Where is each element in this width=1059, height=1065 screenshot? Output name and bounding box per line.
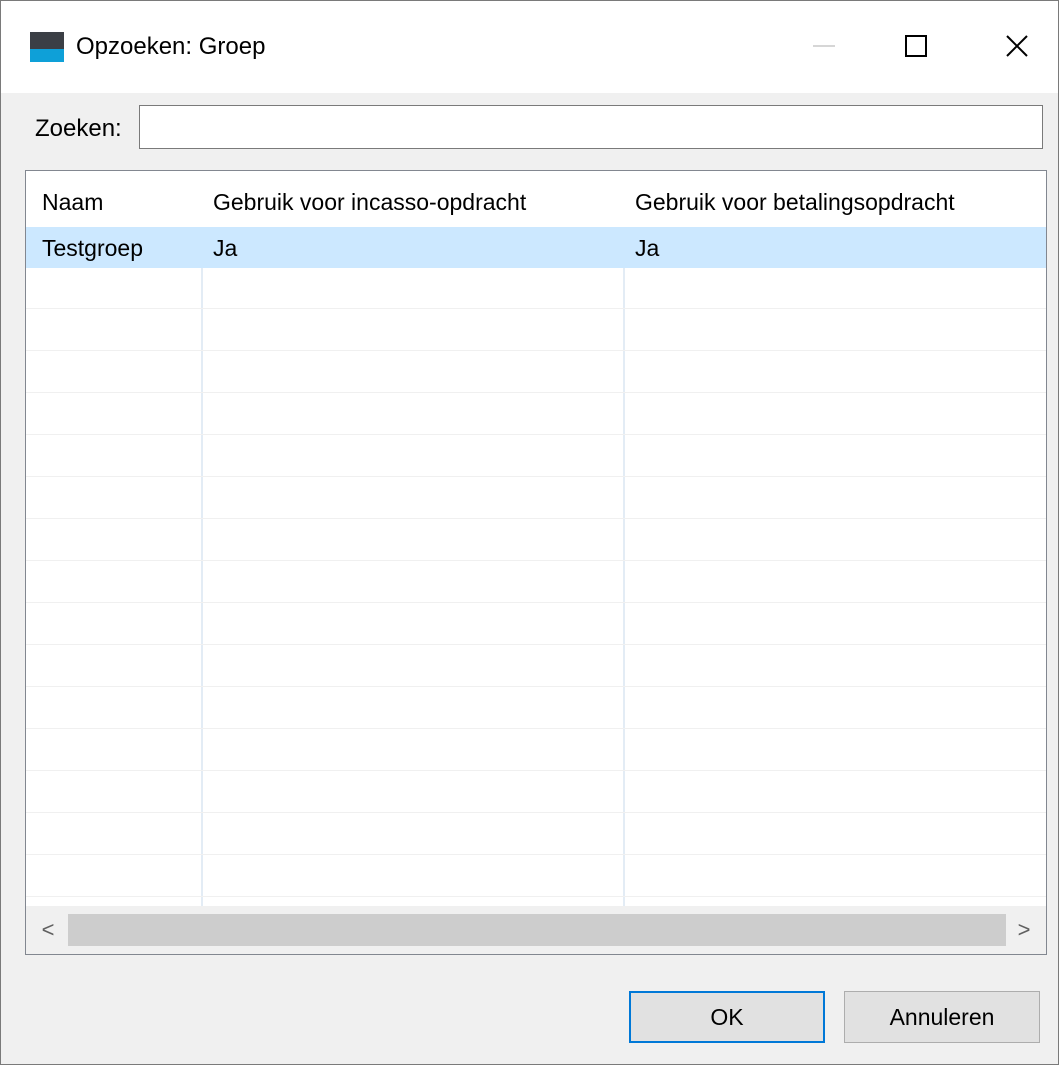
empty-row	[26, 646, 1046, 687]
app-icon	[30, 32, 64, 62]
close-button[interactable]	[994, 23, 1040, 69]
scroll-left-icon[interactable]: <	[30, 914, 66, 946]
empty-row	[26, 310, 1046, 351]
minimize-button[interactable]	[801, 23, 847, 69]
empty-row	[26, 394, 1046, 435]
column-header-incasso[interactable]: Gebruik voor incasso-opdracht	[213, 187, 613, 217]
close-icon	[1006, 35, 1028, 57]
lookup-dialog: Opzoeken: Groep Zoeken: Naam Gebruik voo…	[0, 0, 1059, 1065]
empty-row	[26, 352, 1046, 393]
scrollbar-thumb[interactable]	[68, 914, 1006, 946]
cell-naam: Testgroep	[42, 235, 144, 261]
empty-row	[26, 772, 1046, 813]
table-row[interactable]: Testgroep Ja Ja	[26, 227, 1046, 268]
empty-row	[26, 520, 1046, 561]
window-title: Opzoeken: Groep	[76, 33, 266, 60]
column-header-betaling[interactable]: Gebruik voor betalingsopdracht	[635, 187, 1035, 217]
empty-row	[26, 436, 1046, 477]
cell-incasso: Ja	[213, 235, 238, 261]
title-bar[interactable]: Opzoeken: Groep	[1, 1, 1058, 93]
empty-row	[26, 688, 1046, 729]
empty-row	[26, 730, 1046, 771]
results-table[interactable]: Naam Gebruik voor incasso-opdracht Gebru…	[25, 170, 1047, 955]
minimize-icon	[813, 45, 835, 47]
table-header: Naam Gebruik voor incasso-opdracht Gebru…	[26, 171, 1046, 227]
cancel-button[interactable]: Annuleren	[844, 991, 1040, 1043]
empty-row	[26, 268, 1046, 309]
search-input[interactable]	[139, 105, 1043, 149]
search-label: Zoeken:	[35, 115, 122, 142]
empty-row	[26, 478, 1046, 519]
ok-button[interactable]: OK	[629, 991, 825, 1043]
empty-row	[26, 814, 1046, 855]
empty-row	[26, 856, 1046, 897]
horizontal-scrollbar[interactable]: < >	[26, 906, 1046, 954]
maximize-button[interactable]	[893, 23, 939, 69]
empty-row	[26, 562, 1046, 603]
scroll-right-icon[interactable]: >	[1006, 914, 1042, 946]
cell-betaling: Ja	[635, 235, 660, 261]
column-header-naam[interactable]: Naam	[42, 187, 192, 217]
maximize-icon	[905, 35, 927, 57]
empty-row	[26, 604, 1046, 645]
